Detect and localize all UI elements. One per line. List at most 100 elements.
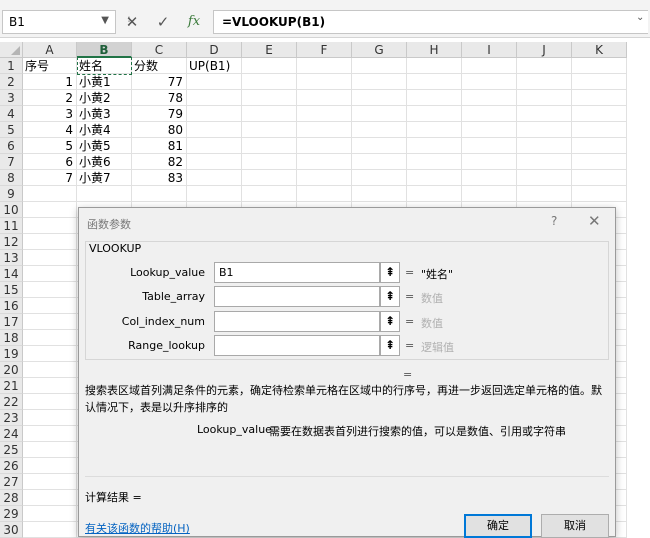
grid-cell[interactable] bbox=[352, 186, 407, 202]
grid-cell[interactable] bbox=[23, 474, 77, 490]
row-header[interactable]: 7 bbox=[0, 154, 23, 170]
cell-score[interactable]: 83 bbox=[132, 170, 187, 186]
grid-cell[interactable] bbox=[23, 330, 77, 346]
arg-input-col-index-num[interactable] bbox=[214, 311, 380, 332]
grid-cell[interactable] bbox=[187, 186, 242, 202]
grid-cell[interactable] bbox=[297, 106, 352, 122]
grid-cell[interactable] bbox=[572, 122, 627, 138]
row-header[interactable]: 28 bbox=[0, 490, 23, 506]
row-header[interactable]: 4 bbox=[0, 106, 23, 122]
grid-cell[interactable] bbox=[242, 122, 297, 138]
collapse-dialog-icon[interactable]: ⇞ bbox=[380, 335, 400, 356]
grid-cell[interactable] bbox=[352, 58, 407, 74]
column-header[interactable]: I bbox=[462, 42, 517, 58]
grid-cell[interactable] bbox=[23, 458, 77, 474]
collapse-dialog-icon[interactable]: ⇞ bbox=[380, 286, 400, 307]
row-header[interactable]: 22 bbox=[0, 394, 23, 410]
column-header[interactable]: D bbox=[187, 42, 242, 58]
grid-cell[interactable] bbox=[23, 522, 77, 538]
row-header[interactable]: 19 bbox=[0, 346, 23, 362]
grid-cell[interactable] bbox=[297, 74, 352, 90]
grid-cell[interactable] bbox=[462, 58, 517, 74]
row-header[interactable]: 6 bbox=[0, 138, 23, 154]
help-link[interactable]: 有关该函数的帮助(H) bbox=[85, 520, 190, 536]
grid-cell[interactable] bbox=[242, 138, 297, 154]
grid-cell[interactable] bbox=[352, 90, 407, 106]
grid-cell[interactable] bbox=[517, 138, 572, 154]
grid-cell[interactable] bbox=[132, 186, 187, 202]
row-header[interactable]: 3 bbox=[0, 90, 23, 106]
cell-score[interactable]: 80 bbox=[132, 122, 187, 138]
row-header[interactable]: 25 bbox=[0, 442, 23, 458]
grid-cell[interactable] bbox=[572, 90, 627, 106]
grid-cell[interactable] bbox=[462, 154, 517, 170]
row-header[interactable]: 13 bbox=[0, 250, 23, 266]
row-header[interactable]: 14 bbox=[0, 266, 23, 282]
grid-cell[interactable] bbox=[407, 74, 462, 90]
column-header[interactable]: J bbox=[517, 42, 572, 58]
column-header[interactable]: A bbox=[23, 42, 77, 58]
cell-name[interactable]: 小黄6 bbox=[77, 154, 132, 170]
cell-name[interactable]: 小黄7 bbox=[77, 170, 132, 186]
grid-cell[interactable] bbox=[517, 154, 572, 170]
grid-cell[interactable] bbox=[23, 282, 77, 298]
grid-cell[interactable] bbox=[242, 58, 297, 74]
grid-cell[interactable] bbox=[517, 106, 572, 122]
grid-cell[interactable] bbox=[23, 442, 77, 458]
grid-cell[interactable] bbox=[297, 154, 352, 170]
grid-cell[interactable] bbox=[187, 74, 242, 90]
row-header[interactable]: 10 bbox=[0, 202, 23, 218]
cell-no[interactable]: 4 bbox=[23, 122, 77, 138]
close-icon[interactable]: ✕ bbox=[588, 212, 601, 230]
grid-cell[interactable] bbox=[242, 74, 297, 90]
grid-cell[interactable] bbox=[462, 74, 517, 90]
grid-cell[interactable] bbox=[242, 90, 297, 106]
grid-cell[interactable] bbox=[187, 90, 242, 106]
collapse-dialog-icon[interactable]: ⇞ bbox=[380, 311, 400, 332]
cell-no[interactable]: 7 bbox=[23, 170, 77, 186]
grid-cell[interactable] bbox=[297, 186, 352, 202]
grid-cell[interactable] bbox=[187, 106, 242, 122]
column-header[interactable]: G bbox=[352, 42, 407, 58]
expand-formula-icon[interactable]: ⌄ bbox=[636, 12, 644, 23]
cell-name[interactable]: 小黄3 bbox=[77, 106, 132, 122]
row-header[interactable]: 11 bbox=[0, 218, 23, 234]
grid-cell[interactable] bbox=[297, 90, 352, 106]
row-header[interactable]: 9 bbox=[0, 186, 23, 202]
arg-input-lookup-value[interactable]: B1 bbox=[214, 262, 380, 283]
row-header[interactable]: 21 bbox=[0, 378, 23, 394]
grid-cell[interactable] bbox=[23, 250, 77, 266]
cell-header-score[interactable]: 分数 bbox=[132, 58, 187, 74]
cell-score[interactable]: 77 bbox=[132, 74, 187, 90]
help-icon[interactable]: ? bbox=[551, 214, 557, 228]
grid-cell[interactable] bbox=[23, 314, 77, 330]
grid-cell[interactable] bbox=[23, 266, 77, 282]
grid-cell[interactable] bbox=[517, 74, 572, 90]
grid-cell[interactable] bbox=[23, 362, 77, 378]
row-header[interactable]: 26 bbox=[0, 458, 23, 474]
column-header[interactable]: E bbox=[242, 42, 297, 58]
grid-cell[interactable] bbox=[23, 394, 77, 410]
column-header[interactable]: H bbox=[407, 42, 462, 58]
grid-cell[interactable] bbox=[23, 202, 77, 218]
row-header[interactable]: 5 bbox=[0, 122, 23, 138]
grid-cell[interactable] bbox=[407, 170, 462, 186]
grid-cell[interactable] bbox=[517, 186, 572, 202]
grid-cell[interactable] bbox=[187, 170, 242, 186]
grid-cell[interactable] bbox=[242, 186, 297, 202]
grid-cell[interactable] bbox=[187, 122, 242, 138]
grid-cell[interactable] bbox=[352, 106, 407, 122]
chevron-down-icon[interactable]: ▼ bbox=[101, 15, 109, 26]
grid-cell[interactable] bbox=[297, 138, 352, 154]
grid-cell[interactable] bbox=[23, 426, 77, 442]
cell-score[interactable]: 79 bbox=[132, 106, 187, 122]
grid-cell[interactable] bbox=[572, 170, 627, 186]
grid-cell[interactable] bbox=[352, 170, 407, 186]
grid-cell[interactable] bbox=[517, 58, 572, 74]
row-header[interactable]: 8 bbox=[0, 170, 23, 186]
grid-cell[interactable] bbox=[462, 170, 517, 186]
grid-cell[interactable] bbox=[23, 234, 77, 250]
cell-header-no[interactable]: 序号 bbox=[23, 58, 77, 74]
cancel-formula-icon[interactable]: ✕ bbox=[121, 11, 143, 33]
grid-cell[interactable] bbox=[572, 138, 627, 154]
